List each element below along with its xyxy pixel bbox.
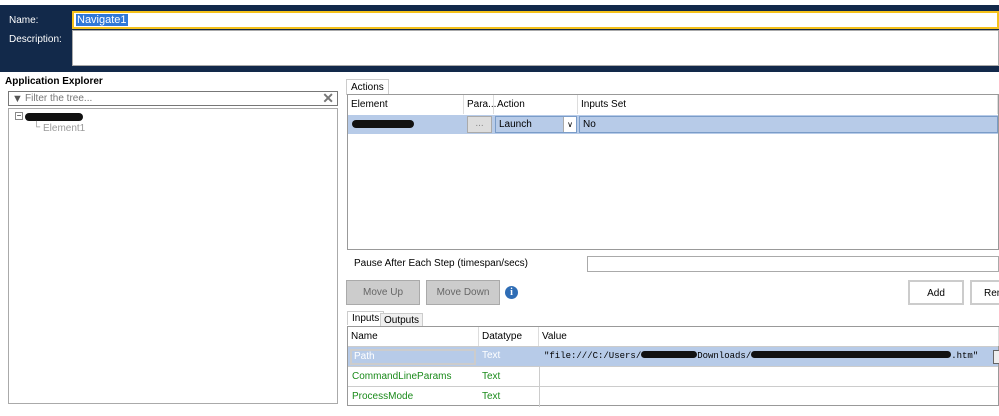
- filter-input[interactable]: ▼ Filter the tree... ✕: [8, 90, 338, 107]
- description-label: Description:: [9, 34, 62, 45]
- actions-grid: Element Para... Action Inputs Set ... La…: [347, 94, 999, 250]
- tree-item-element1[interactable]: Element1: [43, 123, 85, 134]
- path-prefix: "file:///C:/Users/: [544, 351, 642, 361]
- divider: [539, 387, 540, 407]
- table-row[interactable]: Path Text "file:///C:/Users/Downloads/ .h…: [348, 346, 999, 366]
- root-node-redacted[interactable]: [25, 113, 83, 121]
- remove-button[interactable]: Rem: [970, 280, 999, 305]
- pause-input[interactable]: [587, 256, 999, 272]
- param-type: Text: [482, 391, 501, 402]
- redacted: [751, 351, 952, 358]
- param-name: ProcessMode: [352, 391, 414, 402]
- filter-icon: ▼: [12, 93, 23, 105]
- info-icon[interactable]: i: [505, 286, 518, 299]
- params-button[interactable]: ...: [467, 116, 492, 133]
- explorer-title: Application Explorer: [5, 76, 103, 87]
- move-up-button[interactable]: Move Up: [346, 280, 420, 305]
- browse-icon[interactable]: [993, 350, 999, 364]
- inputs-set-cell[interactable]: No: [579, 116, 998, 133]
- param-type: Text: [482, 371, 501, 382]
- col-element: Element: [348, 95, 464, 114]
- col-inputs-set: Inputs Set: [578, 95, 998, 114]
- pause-label: Pause After Each Step (timespan/secs): [354, 258, 528, 269]
- param-type: Text: [482, 350, 501, 361]
- col-params: Para...: [464, 95, 496, 114]
- param-name[interactable]: Path: [350, 349, 476, 365]
- add-button[interactable]: Add: [908, 280, 964, 305]
- filter-placeholder: Filter the tree...: [25, 93, 93, 104]
- path-mid: Downloads/: [697, 351, 752, 361]
- application-tree: − └ Element1: [8, 108, 338, 404]
- col-name: Name: [348, 327, 479, 346]
- divider: [539, 367, 540, 387]
- chevron-down-icon[interactable]: ∨: [563, 117, 576, 132]
- move-down-button[interactable]: Move Down: [426, 280, 500, 305]
- tab-actions[interactable]: Actions: [346, 79, 389, 95]
- col-value: Value: [539, 327, 999, 346]
- action-select[interactable]: Launch ∨: [495, 116, 577, 133]
- tab-inputs[interactable]: Inputs: [347, 311, 385, 325]
- table-row[interactable]: ProcessMode Text: [348, 386, 998, 407]
- tree-connector: └: [33, 122, 41, 133]
- table-row[interactable]: CommandLineParams Text: [348, 366, 998, 387]
- param-value[interactable]: "file:///C:/Users/Downloads/ .htm": [544, 351, 978, 361]
- name-value: Navigate1: [76, 14, 128, 26]
- tab-outputs[interactable]: Outputs: [380, 313, 424, 327]
- element-redacted: [352, 120, 414, 128]
- col-action: Action: [494, 95, 578, 114]
- path-suffix: .htm": [951, 351, 979, 361]
- col-datatype: Datatype: [479, 327, 539, 346]
- action-value: Launch: [499, 119, 532, 130]
- name-input[interactable]: Navigate1: [72, 11, 999, 29]
- param-name: CommandLineParams: [352, 371, 452, 382]
- name-label: Name:: [9, 15, 39, 26]
- description-input[interactable]: [72, 30, 999, 66]
- collapse-icon[interactable]: −: [15, 112, 23, 120]
- inputs-grid: Name Datatype Value Path Text "file:///C…: [347, 326, 999, 407]
- clear-icon[interactable]: ✕: [322, 90, 334, 107]
- table-row[interactable]: ... Launch ∨ No: [348, 115, 998, 134]
- redacted: [641, 351, 698, 358]
